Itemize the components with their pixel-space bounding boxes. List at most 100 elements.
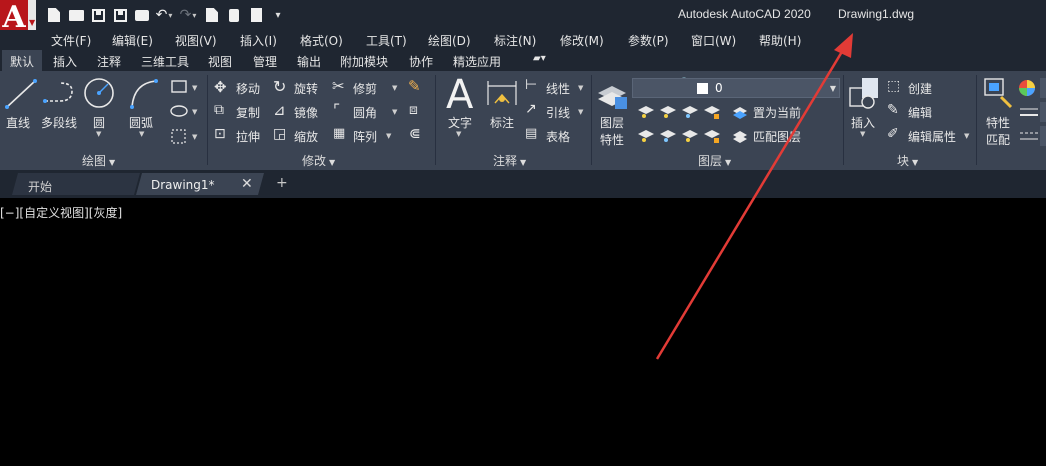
color-wheel-icon[interactable] (1018, 79, 1036, 97)
chevron-down-icon[interactable]: ▼ (96, 130, 101, 138)
lineweight-icon[interactable] (1018, 105, 1040, 145)
erase-icon[interactable]: ✎ (408, 77, 421, 95)
chevron-down-icon[interactable]: ▼ (386, 132, 391, 140)
trim-button[interactable]: 修剪 (353, 80, 377, 97)
edit-attributes-button[interactable]: 编辑属性 (908, 128, 956, 145)
menu-help[interactable]: 帮助(H) (759, 32, 801, 49)
make-current-button[interactable]: 置为当前 (753, 104, 801, 121)
publish-button[interactable] (201, 6, 223, 24)
text-button[interactable]: 文字 (448, 114, 472, 131)
copy-button[interactable]: 复制 (236, 104, 260, 121)
chevron-down-icon: ▼ (109, 158, 116, 167)
chevron-down-icon[interactable]: ▼ (392, 84, 397, 92)
modify-panel-title[interactable]: 修改 ▼ (302, 152, 335, 169)
linear-dimension-button[interactable]: 线性 (546, 80, 570, 97)
tab-collaborate[interactable]: 协作 (409, 53, 433, 70)
menu-file[interactable]: 文件(F) (51, 32, 91, 49)
properties-dropdown[interactable] (1040, 126, 1046, 146)
menu-tools[interactable]: 工具(T) (366, 32, 407, 49)
tab-default[interactable]: 默认 (2, 50, 43, 71)
chevron-down-icon[interactable]: ▼ (139, 130, 144, 138)
layer-tools-row-1[interactable] (636, 102, 736, 120)
menu-edit[interactable]: 编辑(E) (112, 32, 153, 49)
chevron-down-icon[interactable]: ▼ (578, 108, 583, 116)
print-button[interactable] (131, 6, 153, 24)
table-button[interactable]: 表格 (546, 128, 570, 145)
array-button[interactable]: 阵列 (353, 128, 377, 145)
layer-tools-row-2[interactable] (636, 126, 736, 144)
chevron-down-icon[interactable]: ▼ (964, 132, 969, 140)
copy-icon: ⧉ (214, 102, 224, 118)
tab-featured-apps[interactable]: 精选应用 (453, 53, 501, 70)
dimension-button[interactable]: 标注 (490, 114, 514, 131)
ribbon-display-toggle-icon[interactable]: ▰▾ (533, 53, 557, 67)
customize-toolbar-button[interactable]: ▾ (267, 6, 289, 24)
menu-format[interactable]: 格式(O) (300, 32, 343, 49)
tab-addins[interactable]: 附加模块 (340, 53, 388, 70)
properties-dropdown[interactable] (1040, 102, 1046, 122)
draw-small-tools[interactable]: ▼ ▼ ▼ (170, 79, 202, 149)
tab-output[interactable]: 输出 (297, 53, 321, 70)
mirror-button[interactable]: 镜像 (294, 104, 318, 121)
menu-view[interactable]: 视图(V) (175, 32, 217, 49)
save-button[interactable] (87, 6, 109, 24)
tab-annotate[interactable]: 注释 (97, 53, 121, 70)
offset-icon[interactable]: ⋐ (409, 126, 421, 142)
tab-manage[interactable]: 管理 (253, 53, 277, 70)
leader-button[interactable]: 引线 (546, 104, 570, 121)
annotation-panel-label: 注释 (493, 154, 518, 168)
polyline-button[interactable]: 多段线 (41, 114, 77, 131)
arc-button[interactable]: 圆弧 (129, 114, 153, 131)
chevron-down-icon[interactable]: ▼ (392, 108, 397, 116)
circle-button[interactable]: 圆 (93, 114, 105, 131)
viewport-controls-label[interactable]: [−][自定义视图][灰度] (0, 204, 122, 221)
match-properties-label-1[interactable]: 特性 (986, 114, 1010, 131)
undo-button[interactable]: ↶ ▾ (153, 6, 175, 24)
tab-insert[interactable]: 插入 (53, 53, 77, 70)
line-button[interactable]: 直线 (6, 114, 30, 131)
explode-icon[interactable]: ⧈ (409, 102, 418, 118)
rotate-button[interactable]: 旋转 (294, 80, 318, 97)
menu-draw[interactable]: 绘图(D) (428, 32, 471, 49)
chevron-down-icon[interactable]: ▼ (578, 84, 583, 92)
text-icon: A (446, 72, 474, 118)
new-tab-button[interactable]: + (276, 176, 290, 190)
menu-window[interactable]: 窗口(W) (691, 32, 736, 49)
menu-dimension[interactable]: 标注(N) (494, 32, 536, 49)
insert-button[interactable]: 插入 (851, 114, 875, 131)
menu-insert[interactable]: 插入(I) (240, 32, 277, 49)
menu-parametric[interactable]: 参数(P) (628, 32, 669, 49)
close-icon[interactable]: ✕ (241, 176, 253, 192)
tab-3d-tools[interactable]: 三维工具 (141, 53, 189, 70)
plot-icon (229, 8, 239, 22)
plot-button[interactable] (223, 6, 245, 24)
save-as-button[interactable] (109, 6, 131, 24)
chevron-down-icon[interactable]: ▼ (860, 130, 865, 138)
menu-modify[interactable]: 修改(M) (560, 32, 604, 49)
tab-start[interactable]: 开始 (12, 173, 140, 195)
edit-attributes-icon: ✐ (887, 126, 899, 142)
drawing-canvas[interactable]: [−][自定义视图][灰度] (0, 198, 1046, 466)
layer-dropdown[interactable]: 0 ▼ (632, 78, 840, 98)
create-block-button[interactable]: 创建 (908, 80, 932, 97)
match-layer-button[interactable]: 匹配图层 (753, 128, 801, 145)
new-button[interactable] (43, 6, 65, 24)
tab-view[interactable]: 视图 (208, 53, 232, 70)
layers-panel-title[interactable]: 图层 ▼ (698, 152, 731, 169)
draw-panel-title[interactable]: 绘图 ▼ (82, 152, 115, 169)
fillet-button[interactable]: 圆角 (353, 104, 377, 121)
annotation-panel-title[interactable]: 注释 ▼ (493, 152, 526, 169)
move-button[interactable]: 移动 (236, 80, 260, 97)
block-panel-title[interactable]: 块 ▼ (897, 152, 918, 169)
stretch-button[interactable]: 拉伸 (236, 128, 260, 145)
edit-block-button[interactable]: 编辑 (908, 104, 932, 121)
redo-button[interactable]: ↷ ▾ (175, 6, 201, 24)
scale-button[interactable]: 缩放 (294, 128, 318, 145)
chevron-down-icon[interactable]: ▼ (456, 130, 461, 138)
open-button[interactable] (65, 6, 87, 24)
layer-properties-label-1[interactable]: 图层 (600, 114, 624, 131)
match-properties-label-2[interactable]: 匹配 (986, 131, 1010, 148)
layer-properties-label-2[interactable]: 特性 (600, 131, 624, 148)
calculator-button[interactable] (245, 6, 267, 24)
properties-dropdown[interactable] (1040, 78, 1046, 98)
